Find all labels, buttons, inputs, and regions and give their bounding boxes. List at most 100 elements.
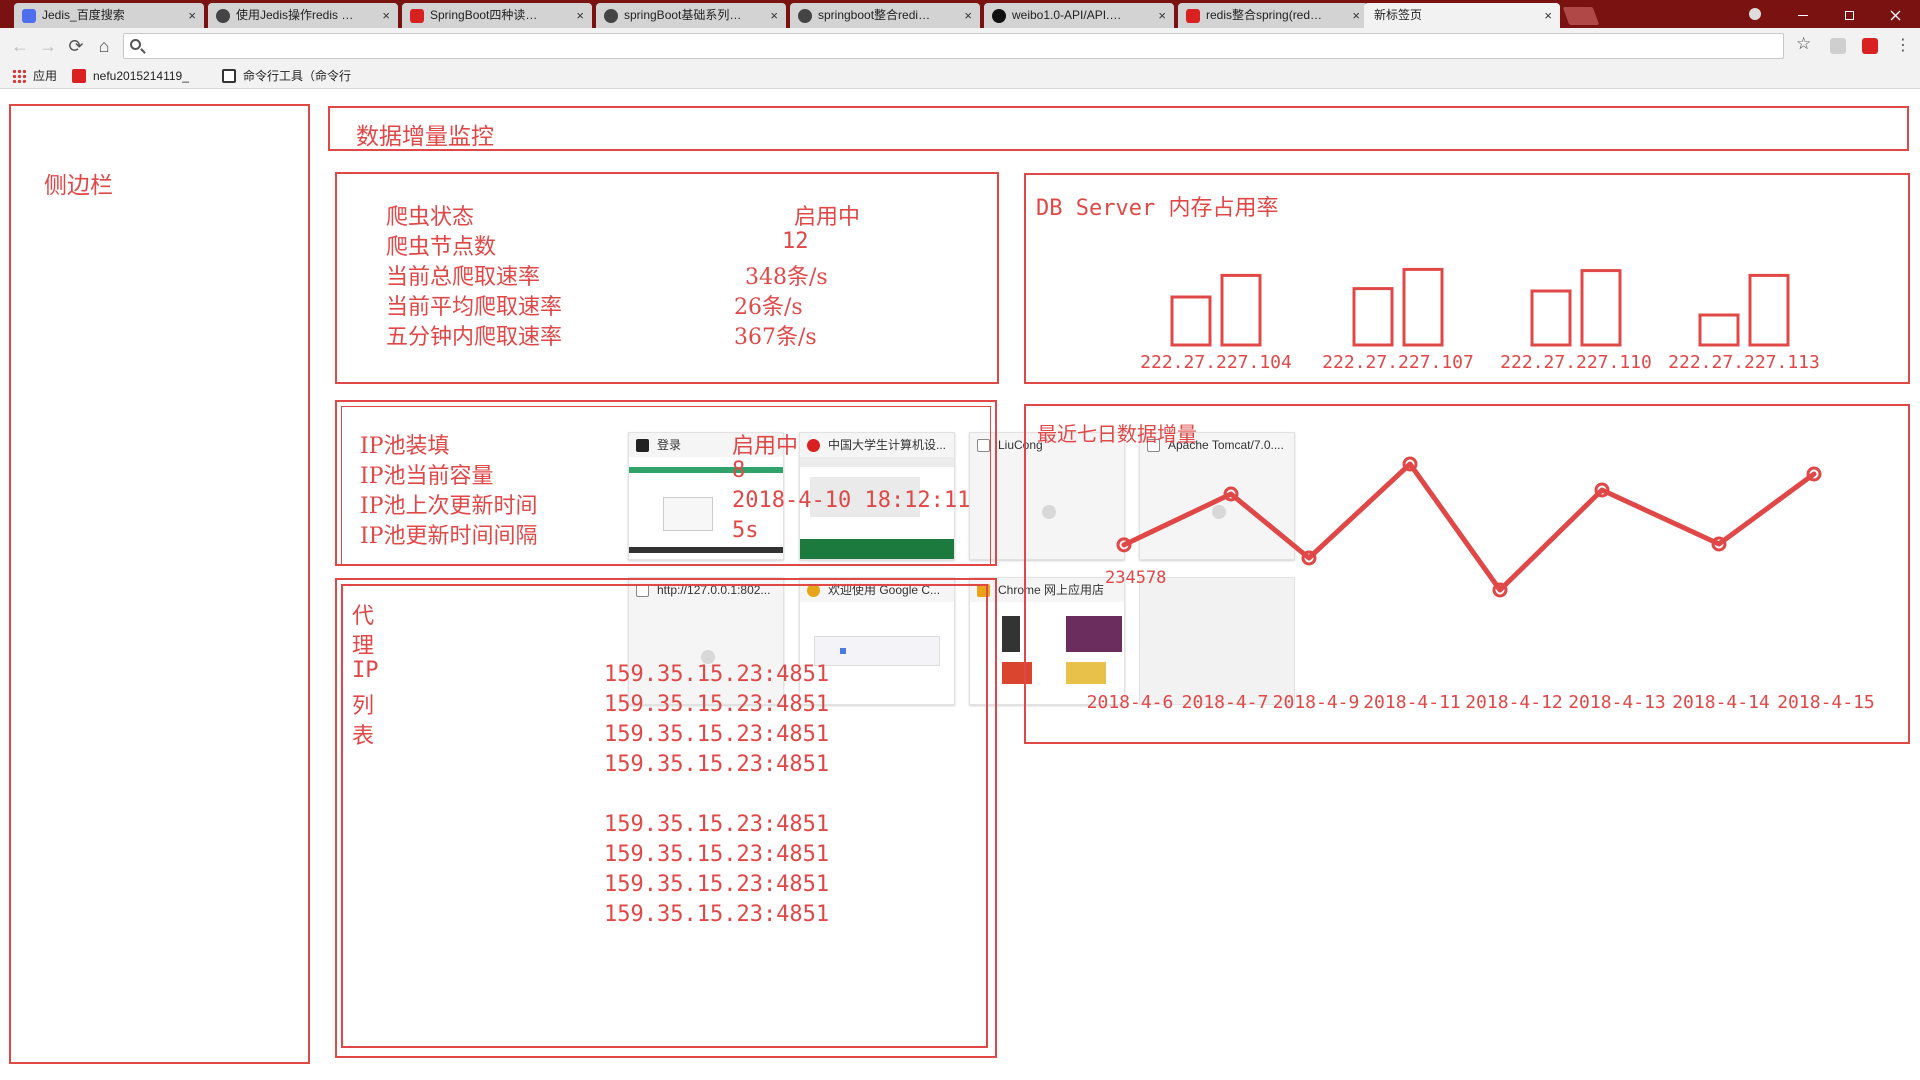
page-title: 数据增量监控 (356, 124, 494, 150)
extension-icon[interactable] (1862, 38, 1878, 54)
close-icon[interactable]: × (382, 3, 390, 28)
minimize-icon[interactable] (1780, 0, 1826, 28)
tab-title: springBoot基础系列--p (624, 8, 742, 22)
db-memory-chart: 222.27.227.104 222.27.227.107 222.27.227.1… (1140, 267, 1820, 373)
date-label: 2018-4-14 (1672, 692, 1770, 713)
proxy-title-char: 列 (352, 694, 375, 719)
menu-icon[interactable]: ⋮ (1891, 34, 1915, 58)
proxy-ip: 159.35.15.23:4851 (604, 752, 830, 777)
bookmark-label: 应用 (33, 69, 58, 83)
ip-pool-value: 5s (732, 518, 759, 543)
crawler-value: 348条/s (745, 265, 828, 290)
close-icon[interactable]: × (1544, 3, 1552, 28)
proxy-title-char: IP (352, 658, 379, 683)
memory-bar (1580, 269, 1622, 347)
reload-icon[interactable]: ⟳ (64, 34, 88, 58)
crawler-label: 当前平均爬取速率 (386, 295, 563, 320)
page-header (328, 106, 1909, 151)
crawler-label: 爬虫节点数 (386, 235, 497, 260)
address-bar[interactable] (123, 33, 1784, 59)
browser-tab[interactable]: springboot整合redis— × (790, 3, 980, 28)
back-icon[interactable]: ← (8, 34, 32, 58)
proxy-ip: 159.35.15.23:4851 (604, 902, 830, 927)
proxy-ip: 159.35.15.23:4851 (604, 842, 830, 867)
date-label: 2018-4-9 (1273, 692, 1360, 713)
crawler-label: 当前总爬取速率 (386, 265, 541, 290)
csdn-icon (410, 9, 424, 23)
bookmark-star-icon[interactable]: ☆ (1796, 34, 1811, 54)
browser-tab[interactable]: springBoot基础系列--p × (596, 3, 786, 28)
memory-bar (1170, 295, 1212, 347)
baidu-icon (22, 9, 36, 23)
book-icon (222, 69, 236, 83)
memory-bar (1402, 267, 1444, 347)
crawler-value: 12 (782, 229, 809, 254)
profile-icon[interactable] (1732, 0, 1778, 28)
bookmarks-bar: 应用 nefu2015214119_ 命令行工具（命令行 (0, 64, 1920, 89)
close-icon[interactable]: × (188, 3, 196, 28)
ip-pool-label: IP池更新时间间隔 (360, 524, 538, 549)
tab-title: springboot整合redis— (818, 8, 936, 22)
restore-icon[interactable] (1826, 0, 1872, 28)
crawler-label: 五分钟内爬取速率 (386, 325, 563, 350)
bookmark-nefu[interactable]: nefu2015214119_ (72, 68, 189, 84)
browser-toolbar: ← → ⟳ ⌂ ☆ ⋮ (0, 28, 1920, 64)
close-icon[interactable]: × (964, 3, 972, 28)
tab-strip: Jedis_百度搜索 × 使用Jedis操作redis 缓存 × SpringB… (0, 0, 1920, 28)
browser-tab-active[interactable]: 新标签页 × (1364, 3, 1560, 28)
memory-bar (1698, 313, 1740, 347)
close-icon[interactable]: × (576, 3, 584, 28)
memory-bar (1530, 289, 1572, 347)
server-ip-label: 222.27.227.104 (1140, 352, 1292, 373)
window-close-icon[interactable] (1872, 0, 1918, 28)
ip-pool-value: 8 (732, 458, 746, 483)
proxy-ip: 159.35.15.23:4851 (604, 812, 830, 837)
browser-tab[interactable]: SpringBoot四种读取pro × (402, 3, 592, 28)
sidebar (9, 104, 310, 1064)
bookmark-label: 命令行工具（命令行 (243, 69, 352, 83)
github-icon (216, 9, 230, 23)
date-label: 2018-4-12 (1465, 692, 1563, 713)
close-icon[interactable]: × (1352, 3, 1360, 28)
close-icon[interactable]: × (770, 3, 778, 28)
crawler-value: 367条/s (734, 325, 817, 350)
bookmark-cli-tools[interactable]: 命令行工具（命令行 (222, 68, 351, 84)
proxy-ip: 159.35.15.23:4851 (604, 662, 830, 687)
browser-tab[interactable]: redis整合spring(redisTe × (1178, 3, 1368, 28)
ip-pool-label: IP池装填 (360, 434, 450, 459)
ip-pool-value: 2018-4-10 18:12:11 (732, 488, 971, 513)
tab-title: 新标签页 (1374, 8, 1423, 22)
ip-pool-value: 启用中 (732, 434, 799, 459)
growth-line (1121, 461, 1817, 593)
close-icon[interactable]: × (1158, 3, 1166, 28)
server-ip-label: 222.27.227.110 (1500, 352, 1652, 373)
new-tab-button[interactable] (1562, 7, 1600, 25)
date-label: 2018-4-13 (1568, 692, 1666, 713)
home-icon[interactable]: ⌂ (92, 34, 116, 58)
extension-icon[interactable] (1830, 38, 1846, 54)
proxy-ip: 159.35.15.23:4851 (604, 692, 830, 717)
proxy-title-char: 表 (352, 724, 375, 749)
forward-icon[interactable]: → (36, 34, 60, 58)
weekly-growth-chart: 2018-4-6 2018-4-7 2018-4-9 2018-4-11 2018-4-… (1087, 456, 1875, 713)
browser-tab[interactable]: 使用Jedis操作redis 缓存 × (208, 3, 398, 28)
date-label: 2018-4-11 (1363, 692, 1461, 713)
date-label: 2018-4-15 (1777, 692, 1875, 713)
tab-title: 使用Jedis操作redis 缓存 (236, 8, 354, 22)
tab-title: Jedis_百度搜索 (42, 8, 125, 22)
ip-pool-label: IP池当前容量 (360, 464, 494, 489)
csdn-icon (72, 69, 86, 83)
proxy-ip: 159.35.15.23:4851 (604, 722, 830, 747)
server-ip-label: 222.27.227.113 (1668, 352, 1820, 373)
csdn-icon (1186, 9, 1200, 23)
github-icon (604, 9, 618, 23)
ip-pool-label: IP池上次更新时间 (360, 494, 538, 519)
tab-title: SpringBoot四种读取pro (430, 8, 548, 22)
crawler-value: 26条/s (734, 295, 803, 320)
bookmark-label: nefu2015214119_ (93, 69, 189, 83)
search-icon (130, 39, 141, 50)
bookmark-apps[interactable]: 应用 (12, 68, 57, 84)
browser-tab[interactable]: weibo1.0-API/API.md a × (984, 3, 1174, 28)
memory-bar (1220, 273, 1262, 347)
browser-tab[interactable]: Jedis_百度搜索 × (14, 3, 204, 28)
